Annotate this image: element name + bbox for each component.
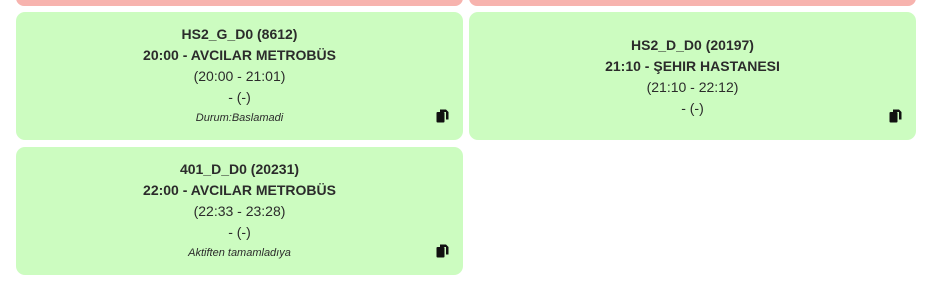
trip-code: HS2_D_D0 (20197) <box>631 37 754 53</box>
trip-time-range: (20:00 - 21:01) <box>193 68 286 84</box>
trip-card[interactable]: HS2_G_D0 (8612) 20:00 - AVCILAR METROBÜS… <box>16 12 463 140</box>
trip-extra: - (-) <box>681 100 704 116</box>
trip-code: 401_D_D0 (20231) <box>179 161 300 177</box>
trip-code: HS2_G_D0 (8612) <box>181 26 298 42</box>
trip-card[interactable]: HS2_D_D0 (20197) 21:10 - ŞEHIR HASTANESI… <box>469 12 916 140</box>
trip-list: HS2_G_D0 (8612) 20:00 - AVCILAR METROBÜS… <box>0 0 944 299</box>
trip-card-partial-left[interactable] <box>16 0 463 6</box>
trip-destination: 20:00 - AVCILAR METROBÜS <box>143 47 336 63</box>
trip-time-range: (22:33 - 23:28) <box>193 203 286 219</box>
trip-card-partial-right[interactable] <box>469 0 916 6</box>
trip-extra: - (-) <box>228 224 251 240</box>
trip-time-range: (21:10 - 22:12) <box>646 79 739 95</box>
trip-status: Durum:Baslamadi <box>195 112 284 124</box>
trip-destination: 21:10 - ŞEHIR HASTANESI <box>605 58 780 74</box>
copy-icon[interactable] <box>889 109 902 123</box>
trip-card[interactable]: 401_D_D0 (20231) 22:00 - AVCILAR METROBÜ… <box>16 147 463 275</box>
trip-status: Aktiften tamamladıya <box>188 247 291 259</box>
trip-extra: - (-) <box>228 89 251 105</box>
copy-icon[interactable] <box>436 109 449 123</box>
copy-icon[interactable] <box>436 244 449 258</box>
trip-destination: 22:00 - AVCILAR METROBÜS <box>143 182 336 198</box>
